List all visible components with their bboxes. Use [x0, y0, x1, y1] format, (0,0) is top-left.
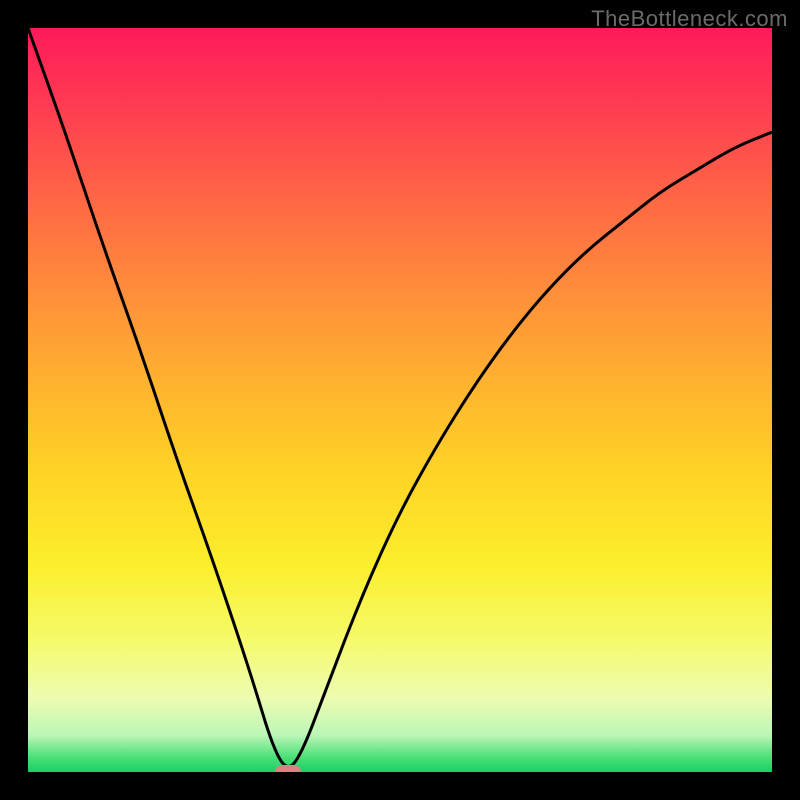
optimal-point-marker: [275, 765, 301, 772]
chart-canvas: [28, 28, 772, 772]
bottleneck-curve: [28, 28, 772, 766]
watermark-label: TheBottleneck.com: [591, 6, 788, 32]
curve-svg: [28, 28, 772, 772]
